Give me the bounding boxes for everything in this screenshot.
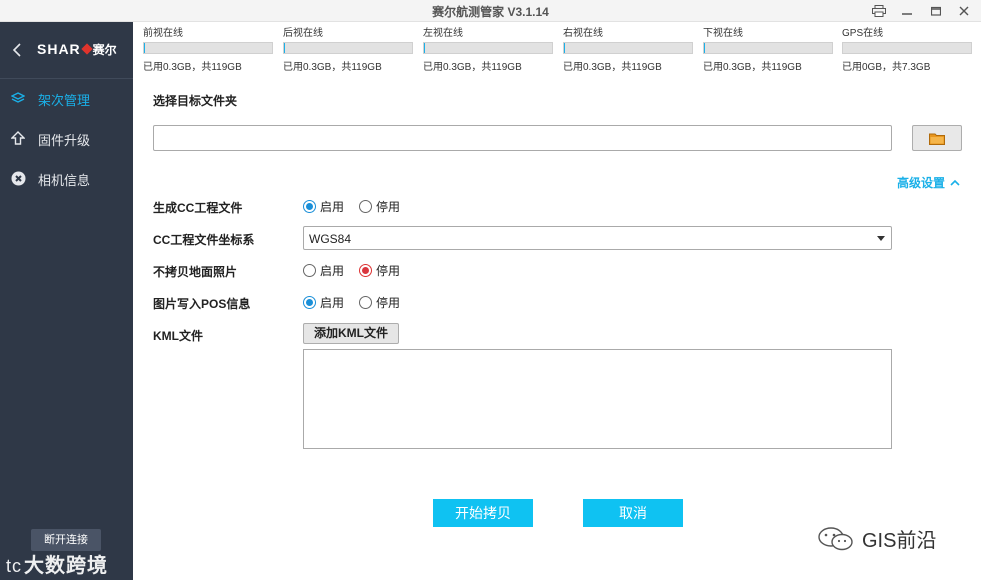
camera-status-right: 右视在线 已用0.3GB，共119GB [563,28,693,73]
camera-name: 下视在线 [703,28,743,39]
no-ground-photos-label: 不拷贝地面照片 [153,265,238,279]
storage-usage: 已用0.3GB，共119GB [563,62,662,73]
target-folder-input[interactable] [153,125,892,151]
radio-label: 停用 [376,296,401,310]
kml-file-list[interactable] [303,349,892,449]
radio-empty-icon [303,264,316,277]
target-folder-label: 选择目标文件夹 [153,94,238,108]
add-kml-button[interactable]: 添加KML文件 [303,323,399,344]
camera-status-gps: GPS在线 已用0GB，共7.3GB [842,28,972,73]
folder-icon [929,133,945,145]
storage-bar [842,42,972,54]
pos-enable-radio[interactable]: 启用 [303,294,344,311]
storage-usage: 已用0.3GB，共119GB [703,62,802,73]
advanced-settings-label: 高级设置 [897,176,946,190]
cc-coord-select[interactable]: WGS84 [303,226,892,250]
storage-bar [563,42,693,54]
brand-logo: SHAR 赛尔 [37,41,117,58]
storage-usage: 已用0GB，共7.3GB [842,62,931,73]
radio-label: 启用 [320,200,345,214]
camera-name: 左视在线 [423,28,463,39]
cc-disable-radio[interactable]: 停用 [359,198,400,215]
sidebar-item-flight-management[interactable]: 架次管理 [0,81,133,115]
radio-label: 启用 [320,296,345,310]
chevron-up-icon [950,179,960,186]
sidebar: SHAR 赛尔 架次管理 固件升级 相机信息 断开连接 tc 大数跨境 [0,22,133,580]
back-arrow-icon[interactable] [8,40,26,60]
storage-usage: 已用0.3GB，共119GB [143,62,242,73]
storage-usage: 已用0.3GB，共119GB [423,62,522,73]
camera-name: GPS在线 [842,28,884,39]
sidebar-item-camera-info[interactable]: 相机信息 [0,161,133,195]
logo-cn-text: 赛尔 [92,43,117,57]
radio-empty-icon [359,296,372,309]
radio-selected-icon [303,200,316,213]
sidebar-item-label: 架次管理 [38,93,91,108]
watermark-left: tc 大数跨境 [6,549,108,578]
radio-selected-icon [359,264,372,277]
cc-project-label: 生成CC工程文件 [153,201,243,215]
close-icon[interactable] [954,2,974,20]
no-ground-enable-radio[interactable]: 启用 [303,262,344,279]
kml-label: KML文件 [153,329,203,343]
watermark-right-text: GIS前沿 [862,530,937,552]
camera-status-rear: 后视在线 已用0.3GB，共119GB [283,28,413,73]
disconnect-button[interactable]: 断开连接 [31,529,101,551]
watermark-left-text: 大数跨境 [24,555,109,577]
camera-name: 右视在线 [563,28,603,39]
minimize-icon[interactable] [897,2,917,20]
watermark-right: GIS前沿 [816,524,936,553]
camera-status-down: 下视在线 已用0.3GB，共119GB [703,28,833,73]
printer-icon[interactable] [869,2,889,20]
camera-status-front: 前视在线 已用0.3GB，共119GB [143,28,273,73]
maximize-icon[interactable] [926,2,946,20]
watermark-logo-icon: tc [6,556,23,576]
dropdown-arrow-icon [877,236,885,241]
camera-aperture-icon [10,170,26,186]
sidebar-header: SHAR 赛尔 [0,22,133,79]
upload-arrow-icon [10,130,26,146]
layers-icon [10,90,26,106]
sidebar-item-label: 固件升级 [38,133,91,148]
browse-folder-button[interactable] [912,125,962,151]
camera-status-left: 左视在线 已用0.3GB，共119GB [423,28,553,73]
radio-empty-icon [359,200,372,213]
radio-selected-icon [303,296,316,309]
storage-bar [703,42,833,54]
radio-label: 停用 [376,200,401,214]
cc-enable-radio[interactable]: 启用 [303,198,344,215]
radio-label: 启用 [320,264,345,278]
write-pos-label: 图片写入POS信息 [153,297,251,311]
storage-usage: 已用0.3GB，共119GB [283,62,382,73]
logo-text: SHAR [37,41,81,57]
sidebar-item-label: 相机信息 [38,173,91,188]
sidebar-item-firmware-upgrade[interactable]: 固件升级 [0,121,133,155]
no-ground-disable-radio[interactable]: 停用 [359,262,400,279]
pos-disable-radio[interactable]: 停用 [359,294,400,311]
storage-bar [423,42,553,54]
cancel-button[interactable]: 取消 [583,499,683,527]
wechat-icon [818,526,853,550]
camera-name: 前视在线 [143,28,183,39]
start-copy-button[interactable]: 开始拷贝 [433,499,533,527]
storage-bar [143,42,273,54]
radio-label: 停用 [376,264,401,278]
storage-bar [283,42,413,54]
cc-coord-value: WGS84 [309,232,352,246]
title-bar: 赛尔航测管家 V3.1.14 [0,0,981,22]
advanced-settings-toggle[interactable]: 高级设置 [897,174,960,191]
cc-coord-label: CC工程文件坐标系 [153,233,255,247]
window-title: 赛尔航测管家 V3.1.14 [432,5,549,19]
logo-mark-icon [81,43,93,55]
camera-name: 后视在线 [283,28,323,39]
